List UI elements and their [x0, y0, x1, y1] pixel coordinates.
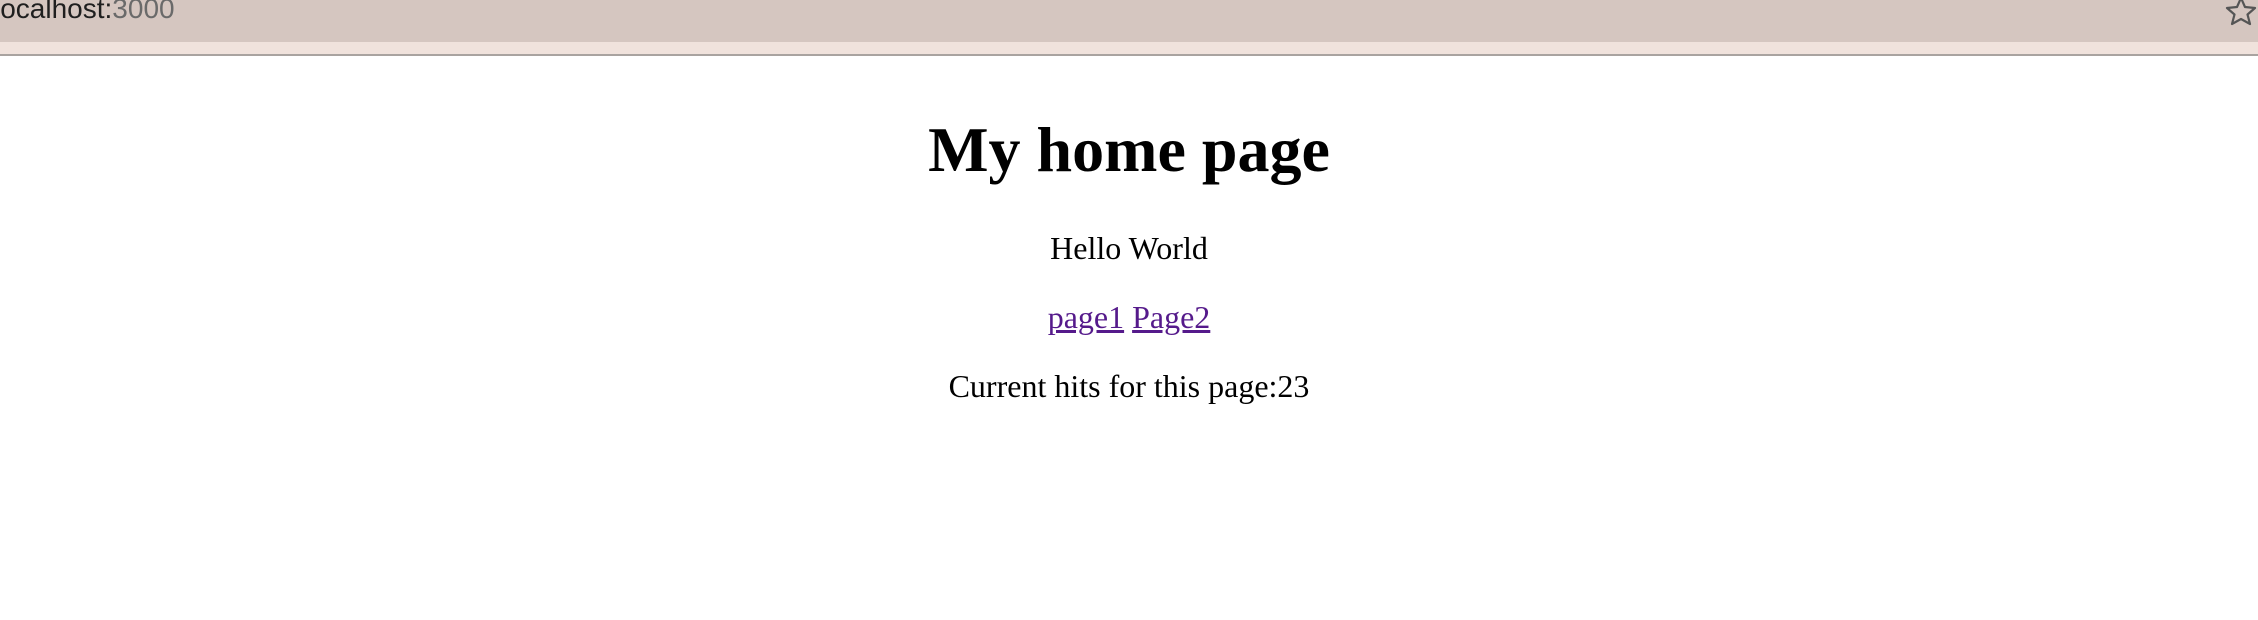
star-icon[interactable]	[2224, 0, 2258, 26]
url-port: 3000	[112, 0, 175, 24]
hit-counter: Current hits for this page:23	[0, 366, 2258, 406]
page-content: My home page Hello World page1 Page2 Cur…	[0, 56, 2258, 620]
link-page2[interactable]: Page2	[1132, 299, 1210, 335]
greeting-text: Hello World	[1050, 230, 1208, 266]
address-bar[interactable]: localhost:3000	[0, 0, 175, 24]
url-host: localhost:	[0, 0, 113, 24]
browser-toolbar: localhost:3000	[0, 0, 2258, 42]
nav-links: page1 Page2	[0, 297, 2258, 337]
page-title: My home page	[928, 114, 1330, 185]
bookmarks-bar	[0, 42, 2258, 56]
hits-count: 23	[1277, 368, 1310, 404]
link-page1[interactable]: page1	[1048, 299, 1124, 335]
hits-label: Current hits for this page:	[948, 368, 1278, 404]
